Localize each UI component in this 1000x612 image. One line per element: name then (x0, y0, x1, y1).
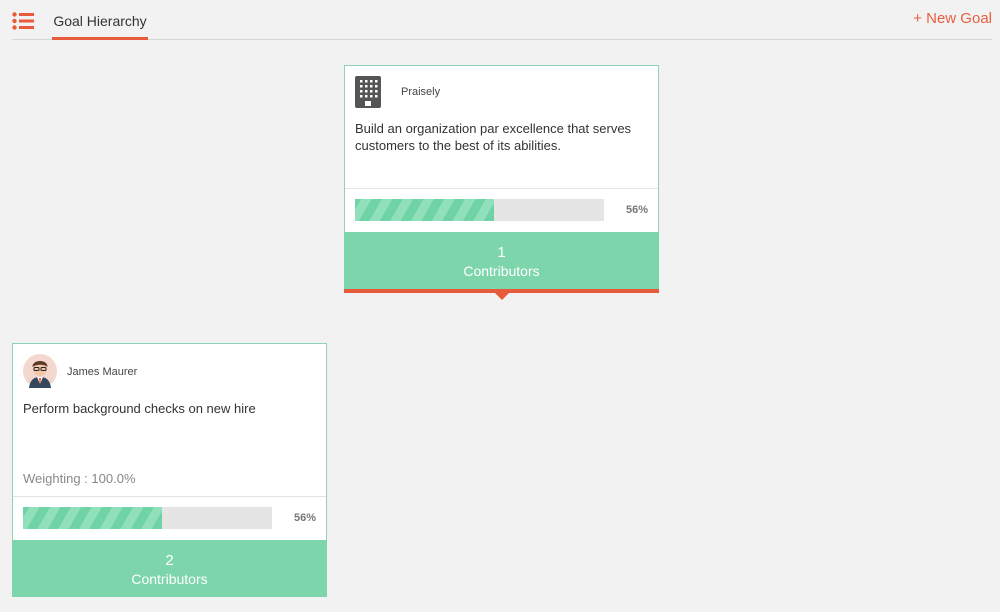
goal-card-header: Praisely (355, 76, 648, 108)
contributors-button[interactable]: 2 Contributors (12, 540, 327, 597)
goal-description: Build an organization par excellence tha… (355, 121, 632, 153)
progress-bar (23, 507, 272, 529)
progress-fill (355, 199, 495, 221)
progress-section: 56% (345, 188, 658, 232)
contributors-label: Contributors (463, 263, 540, 279)
progress-percent: 56% (625, 204, 648, 216)
expand-arrow-icon[interactable] (494, 292, 510, 300)
building-icon (355, 76, 381, 108)
list-icon[interactable] (12, 12, 34, 30)
new-goal-button[interactable]: + New Goal (913, 10, 992, 27)
progress-percent: 56% (293, 512, 316, 524)
goal-weighting: Weighting : 100.0% (23, 471, 136, 486)
owner-name: Praisely (401, 86, 441, 98)
owner-name: James Maurer (67, 366, 138, 378)
top-bar: Goal Hierarchy + New Goal (12, 0, 992, 40)
avatar (23, 354, 57, 388)
tab-goal-hierarchy[interactable]: Goal Hierarchy (52, 0, 148, 40)
goal-description: Perform background checks on new hire (23, 401, 256, 416)
contributors-count: 2 (165, 552, 174, 569)
contributors-count: 1 (497, 244, 506, 261)
goal-card-header: James Maurer (23, 354, 316, 388)
progress-fill (23, 507, 163, 529)
contributors-label: Contributors (131, 571, 208, 587)
goal-card-parent[interactable]: Praisely Build an organization par excel… (344, 65, 659, 289)
goal-card-child[interactable]: James Maurer Perform background checks o… (12, 343, 327, 597)
progress-bar (355, 199, 604, 221)
progress-section: 56% (13, 496, 326, 540)
contributors-button[interactable]: 1 Contributors (344, 232, 659, 289)
